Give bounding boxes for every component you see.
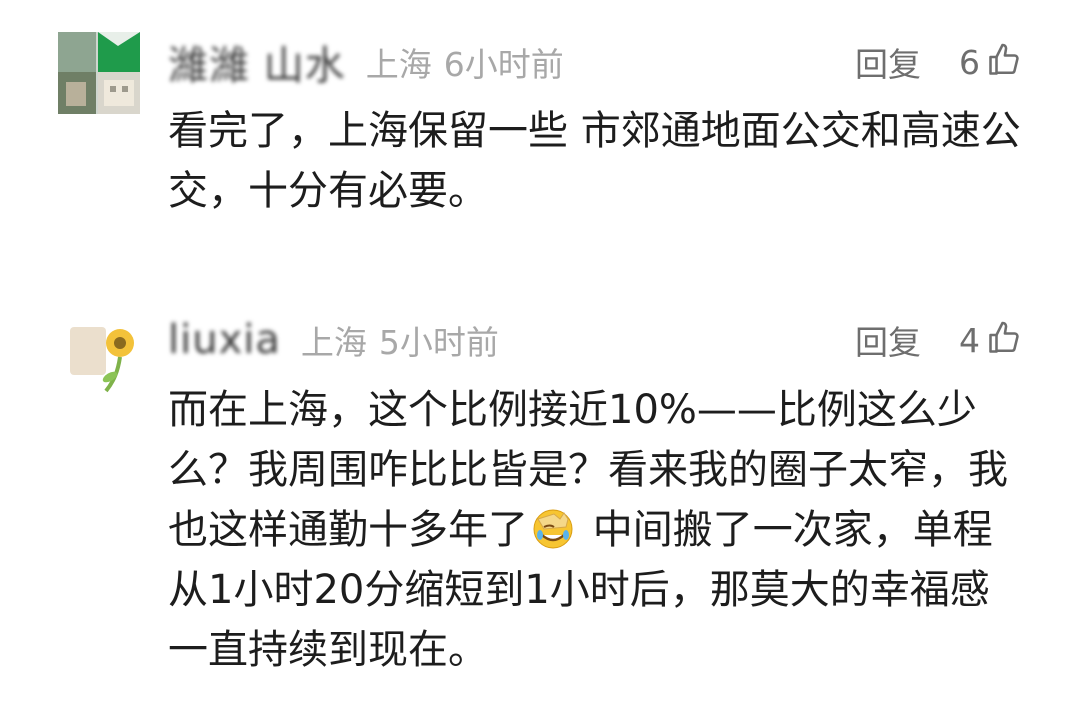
comment-actions: 回复 6 <box>855 32 1022 92</box>
avatar[interactable] <box>58 32 140 114</box>
like-count: 4 <box>959 320 980 360</box>
avatar[interactable] <box>58 315 140 397</box>
comment-meta: liuxia 上海 5小时前 <box>168 310 499 370</box>
comment-text: 而在上海，这个比例接近10%——比例这么少么？我周围咋比比皆是？看来我的圈子太窄… <box>168 380 1028 680</box>
avatar-image <box>58 315 140 397</box>
thumbs-up-icon <box>986 320 1022 360</box>
location-label: 上海 <box>300 323 367 362</box>
like-count: 6 <box>959 42 980 82</box>
avatar-image <box>58 32 140 114</box>
comment-meta: 濰濰 山水 上海 6小时前 <box>168 32 564 92</box>
thumbs-up-icon <box>986 42 1022 82</box>
reply-button[interactable]: 回复 <box>855 316 921 364</box>
username[interactable]: liuxia <box>168 317 281 363</box>
like-button[interactable]: 6 <box>959 42 1022 82</box>
comment-actions: 回复 4 <box>855 310 1022 370</box>
reply-button[interactable]: 回复 <box>855 38 921 86</box>
username[interactable]: 濰濰 山水 <box>168 33 346 91</box>
location-label: 上海 <box>365 45 432 84</box>
timestamp: 6小时前 <box>443 45 564 84</box>
like-button[interactable]: 4 <box>959 320 1022 360</box>
face-palm-emoji <box>530 505 576 551</box>
timestamp: 5小时前 <box>378 323 499 362</box>
comment-text: 看完了，上海保留一些 市郊通地面公交和高速公交，十分有必要。 <box>168 108 1021 214</box>
